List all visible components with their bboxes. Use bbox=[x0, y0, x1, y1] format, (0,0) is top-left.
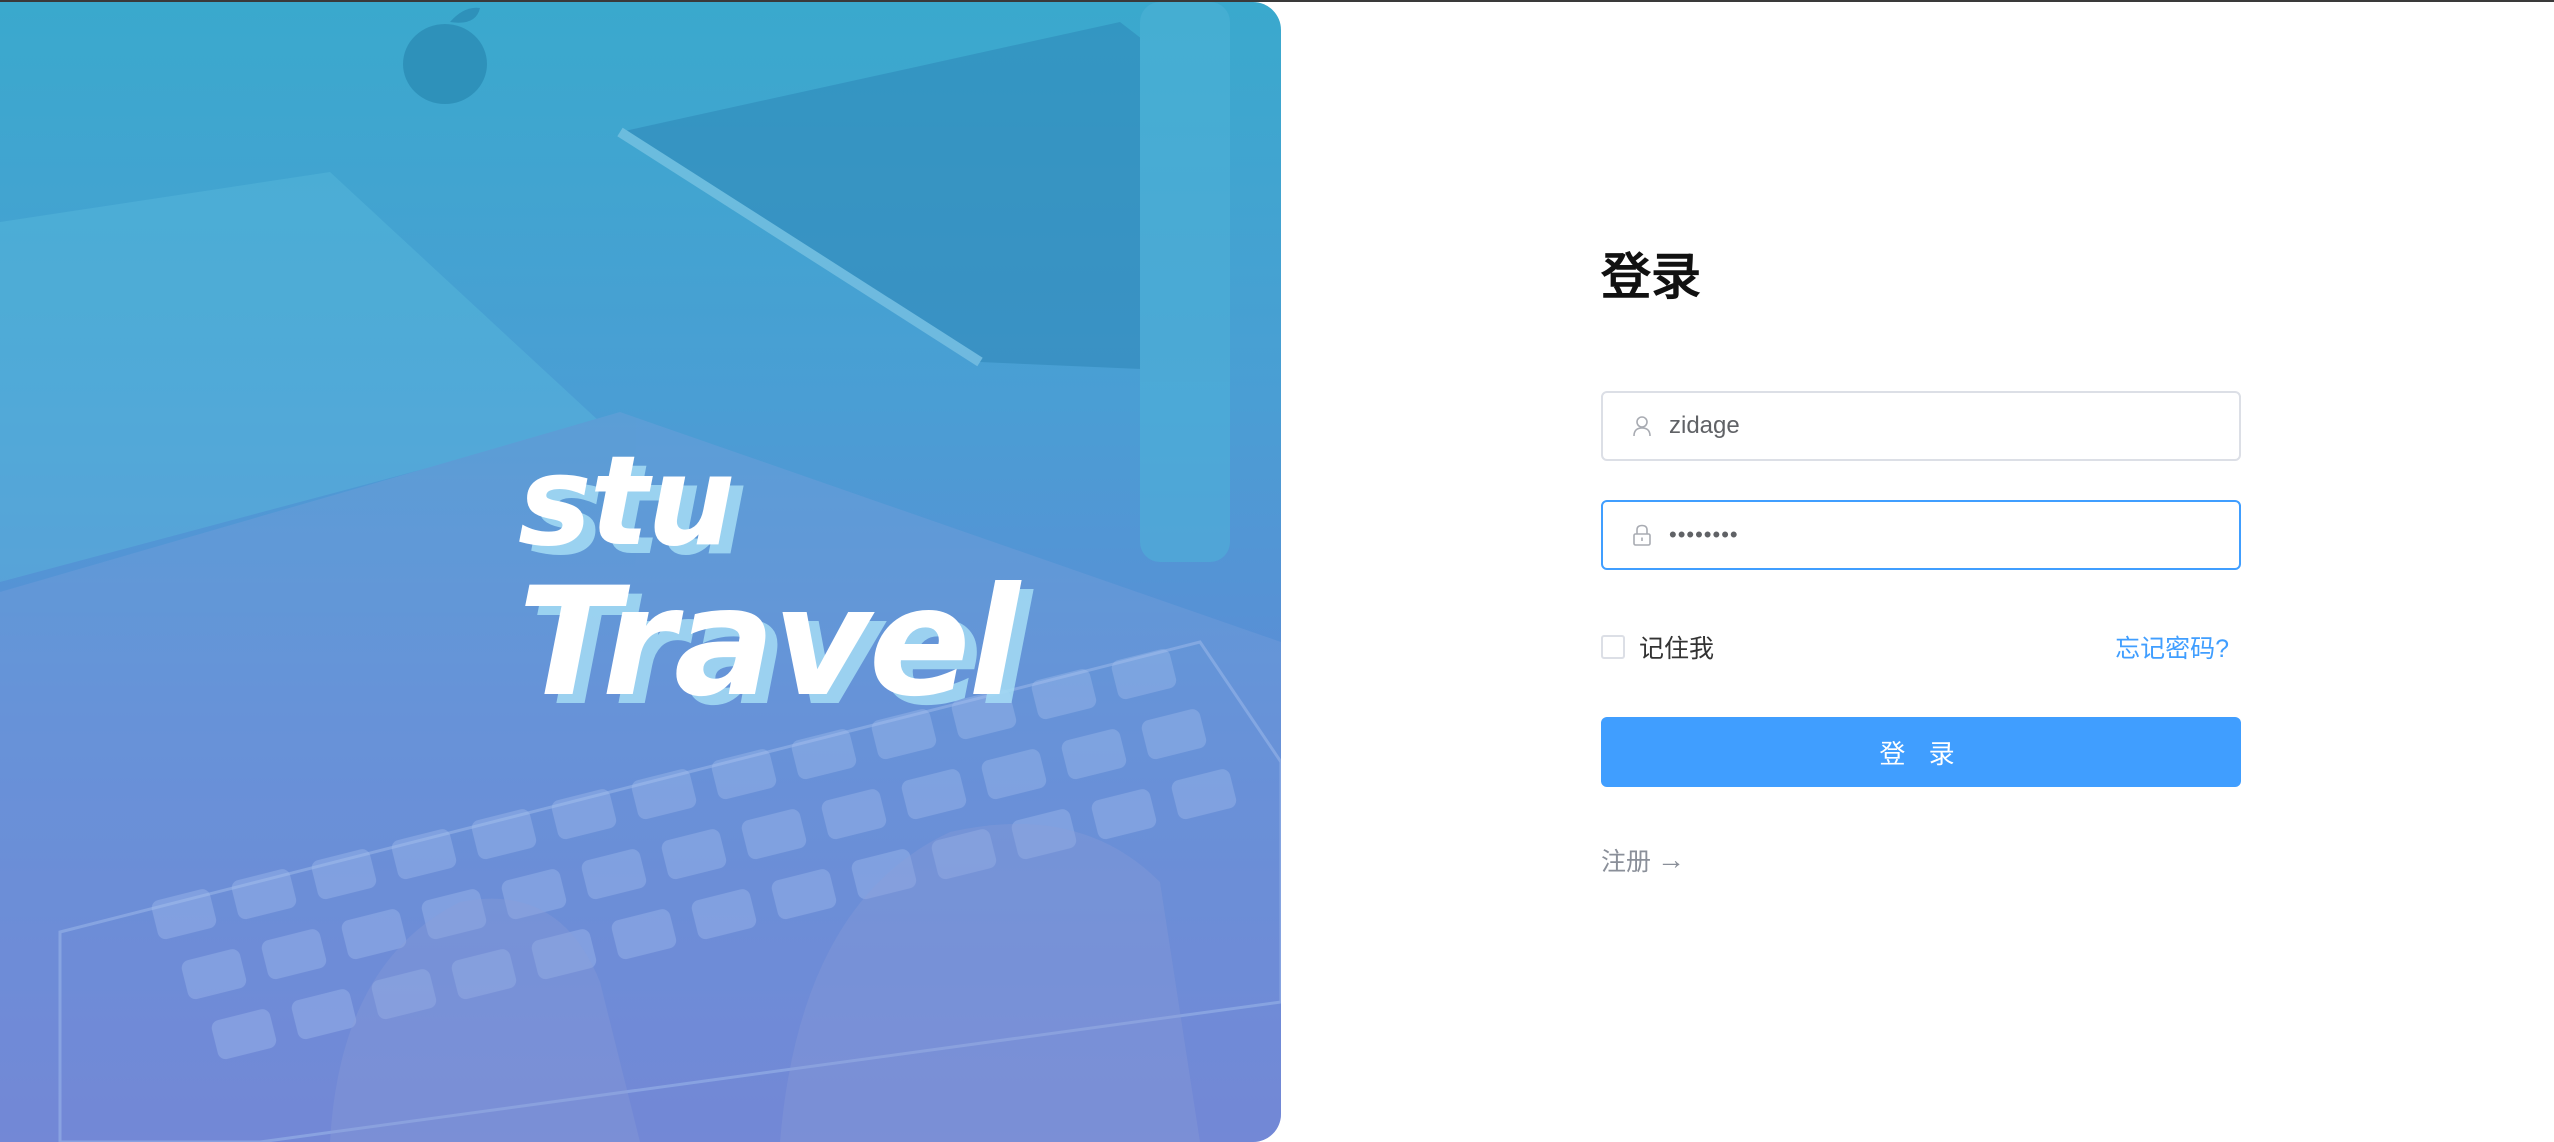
password-input[interactable] bbox=[1669, 505, 2229, 565]
lock-icon bbox=[1631, 524, 1653, 546]
checkbox-box[interactable] bbox=[1601, 635, 1625, 659]
login-title: 登录 bbox=[1601, 249, 1701, 305]
hero-panel: stu Travel bbox=[0, 2, 1281, 1142]
forgot-password-link[interactable]: 忘记密码? bbox=[2115, 629, 2229, 665]
password-field[interactable] bbox=[1601, 500, 2241, 570]
remember-row: 记住我 忘记密码? bbox=[1601, 627, 2241, 667]
login-form: 登录 记住我 bbox=[1601, 249, 2241, 876]
login-page: stu Travel 登录 zidage 记住我 忘记密码? 登 录 注册 → bbox=[0, 0, 2554, 1142]
brand-line-travel: Travel bbox=[518, 556, 1020, 730]
login-button[interactable]: 登 录 bbox=[1601, 717, 2241, 787]
username-field[interactable] bbox=[1601, 391, 2241, 461]
remember-me-label: 记住我 bbox=[1639, 635, 1715, 663]
brand-logo: stu Travel bbox=[518, 430, 1020, 730]
arrow-right-icon: → bbox=[1657, 844, 1686, 875]
user-icon bbox=[1631, 415, 1653, 437]
register-label: 注册 bbox=[1601, 848, 1652, 876]
brand-line-stu: stu bbox=[518, 430, 735, 574]
remember-me-checkbox[interactable]: 记住我 bbox=[1601, 629, 1714, 665]
register-link[interactable]: 注册 → bbox=[1601, 842, 1685, 878]
username-input[interactable] bbox=[1669, 396, 2229, 456]
